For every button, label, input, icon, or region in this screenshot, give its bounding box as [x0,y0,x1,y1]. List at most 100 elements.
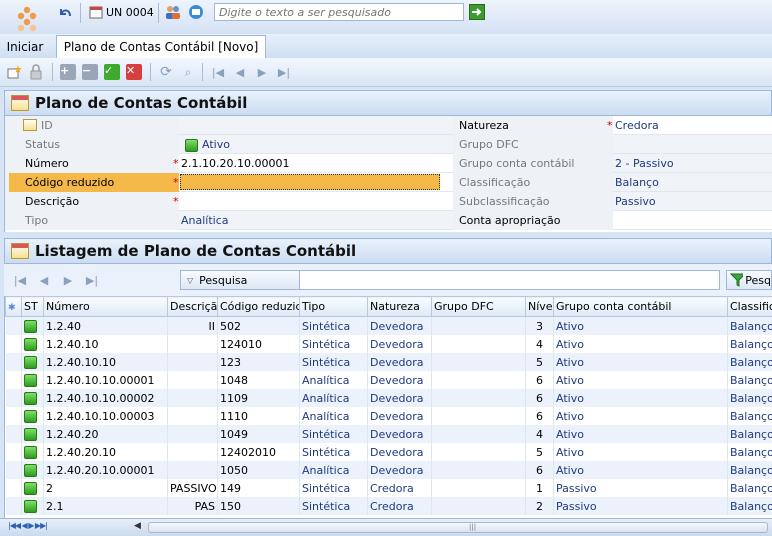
col-header[interactable]: Natureza [368,297,432,317]
unit-label[interactable]: UN 0004 [106,4,154,20]
natureza-select[interactable]: Credora [615,116,659,135]
table-row[interactable]: 1.2.40.10.10.000011048AnalíticaDevedora6… [6,371,772,389]
global-search-input[interactable] [214,3,464,21]
codigo-reduzido-input[interactable] [180,174,440,190]
row-selector[interactable] [6,407,22,425]
col-header[interactable]: Descrição [168,297,218,317]
tab-plano-contas[interactable]: Plano de Contas Contábil [Novo] [56,35,266,58]
col-header[interactable]: Número [44,297,168,317]
status-active-icon [24,320,37,333]
next-record-icon[interactable]: ▶ [254,64,270,80]
list-title: Listagem de Plano de Contas Contábil [35,242,356,260]
filter-search-button[interactable]: Pesq [726,270,772,290]
grid-select-all[interactable]: ✱ [6,297,22,317]
row-selector[interactable] [6,353,22,371]
calendar-icon[interactable] [88,4,104,20]
table-icon [11,95,29,111]
cell-dfc [432,407,526,425]
add-icon[interactable]: + [60,64,76,80]
grid-footer: |◀◀ ◀ ▶ ▶▶| ◀ ||| [0,518,772,536]
cell-class: Balanço [728,443,772,461]
preview-icon[interactable]: ⌕ [180,64,196,80]
cell-grupo: Ativo [554,407,728,425]
list-search-box[interactable]: ▽ Pesquisa [180,270,720,290]
col-header[interactable]: Grupo conta contábil [554,297,728,317]
table-row[interactable]: 1.2.40.10.10.000021109AnalíticaDevedora6… [6,389,772,407]
row-selector[interactable] [6,461,22,479]
cell-grupo: Passivo [554,497,728,515]
pager-nav-icon[interactable]: |◀◀ ◀ ▶ ▶▶| [8,521,47,530]
cell-natureza: Devedora [368,443,432,461]
table-row[interactable]: 1.2.40.20.10.000011050AnalíticaDevedora6… [6,461,772,479]
table-row[interactable]: 2PASSIVO149SintéticaCredora1PassivoBalan… [6,479,772,497]
numero-input[interactable]: 2.1.10.20.10.00001 [181,154,289,173]
table-row[interactable]: 1.2.40.201049SintéticaDevedora4AtivoBala… [6,425,772,443]
search-dropdown[interactable]: ▽ Pesquisa [181,271,300,289]
field-grupo-dfc: Grupo DFC [453,135,772,154]
status-active-icon [24,446,37,459]
lock-icon[interactable] [28,64,44,80]
table-row[interactable]: 1.2.40.20.1012402010SintéticaDevedora5At… [6,443,772,461]
cell-grupo: Ativo [554,371,728,389]
col-header[interactable]: Grupo DFC [432,297,526,317]
users-icon[interactable] [164,4,182,20]
col-header[interactable]: Classifica [728,297,772,317]
table-row[interactable]: 1.2.40.10.10123SintéticaDevedora5AtivoBa… [6,353,772,371]
search-go-icon[interactable] [469,4,485,20]
start-menu-button[interactable]: Iniciar [4,38,46,56]
cell-dfc [432,371,526,389]
field-codigo-reduzido: Código reduzido * [5,173,453,192]
list-first-icon[interactable]: |◀ [12,272,28,288]
cell-numero: 1.2.40.10.10 [44,353,168,371]
window-icon[interactable] [188,4,204,20]
list-last-icon[interactable]: ▶| [84,272,100,288]
last-record-icon[interactable]: ▶| [276,64,292,80]
row-selector[interactable] [6,371,22,389]
table-row[interactable]: 2.1PAS150SintéticaCredora2PassivoBalanço [6,497,772,515]
cell-nivel: 1 [526,479,554,497]
row-selector[interactable] [6,479,22,497]
search-dropdown-label: Pesquisa [199,274,247,287]
cell-numero: 2.1 [44,497,168,515]
table-row[interactable]: 1.2.40.10124010SintéticaDevedora4AtivoBa… [6,335,772,353]
refresh-icon[interactable]: ⟳ [158,64,174,80]
first-record-icon[interactable]: |◀ [210,64,226,80]
row-status-cell [22,443,44,461]
col-header[interactable]: Código reduzido [218,297,300,317]
horizontal-scrollbar[interactable]: ||| [148,522,768,533]
status-active-icon [24,428,37,441]
field-label: Código reduzido [25,173,114,192]
undo-icon[interactable] [56,4,74,22]
record-toolbar: + − ✓ ✕ ⟳ ⌕ |◀ ◀ ▶ ▶| [0,58,772,87]
subclassificacao-value: Passivo [615,192,656,211]
scroll-left-icon[interactable]: ◀ [134,521,141,531]
cell-codigo: 1109 [218,389,300,407]
row-selector[interactable] [6,497,22,515]
prev-record-icon[interactable]: ◀ [232,64,248,80]
field-label: Natureza [459,116,509,135]
table-row[interactable]: 1.2.40II502SintéticaDevedora3AtivoBalanç… [6,317,772,336]
filter-icon [730,273,743,287]
col-header[interactable]: Nível [526,297,554,317]
new-record-icon[interactable] [6,64,22,80]
app-logo-icon[interactable] [12,4,42,34]
confirm-icon[interactable]: ✓ [104,64,120,80]
status-active-icon [24,356,37,369]
row-selector[interactable] [6,335,22,353]
row-selector[interactable] [6,443,22,461]
cell-class: Balanço [728,407,772,425]
col-header[interactable]: ST [22,297,44,317]
list-next-icon[interactable]: ▶ [60,272,76,288]
list-prev-icon[interactable]: ◀ [36,272,52,288]
cell-descricao: PASSIVO [168,479,218,497]
row-selector[interactable] [6,425,22,443]
col-header[interactable]: Tipo [300,297,368,317]
table-row[interactable]: 1.2.40.10.10.000031110AnalíticaDevedora6… [6,407,772,425]
row-selector[interactable] [6,317,22,336]
cancel-icon[interactable]: ✕ [126,64,142,80]
cell-natureza: Credora [368,497,432,515]
status-active-icon [24,500,37,513]
form-body: ID Status Ativo Número * 2.1.10.20.10.00… [4,116,772,232]
remove-icon[interactable]: − [82,64,98,80]
row-selector[interactable] [6,389,22,407]
